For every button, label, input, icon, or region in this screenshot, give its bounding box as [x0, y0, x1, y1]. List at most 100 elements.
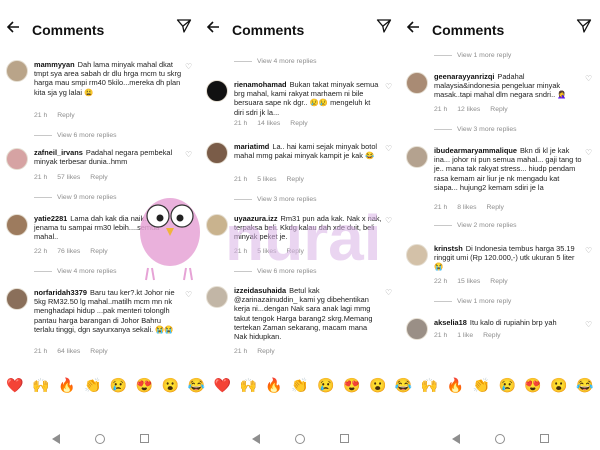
username[interactable]: zafneil_irvans: [34, 148, 83, 157]
avatar[interactable]: [206, 80, 228, 102]
like-heart-icon[interactable]: ♡: [185, 217, 193, 225]
likes-count[interactable]: 5 likes: [257, 176, 276, 183]
emoji-reaction-button[interactable]: 😢: [496, 370, 518, 400]
emoji-reaction-button[interactable]: 🙌: [237, 370, 259, 400]
view-replies-button[interactable]: View 4 more replies: [34, 268, 117, 275]
username[interactable]: uyaazura.izz: [234, 214, 278, 223]
username[interactable]: geenarayyanrizqi: [434, 72, 494, 81]
send-icon[interactable]: [576, 18, 592, 34]
avatar[interactable]: [6, 148, 28, 170]
send-icon[interactable]: [176, 18, 192, 34]
nav-home-icon[interactable]: [95, 434, 105, 444]
like-heart-icon[interactable]: ♡: [585, 75, 593, 83]
like-heart-icon[interactable]: ♡: [385, 145, 393, 153]
likes-count[interactable]: 14 likes: [257, 120, 280, 127]
send-icon[interactable]: [376, 18, 392, 34]
reply-button[interactable]: Reply: [57, 112, 74, 119]
emoji-reaction-button[interactable]: 🔥: [263, 370, 285, 400]
like-heart-icon[interactable]: ♡: [385, 289, 393, 297]
reply-button[interactable]: Reply: [90, 174, 107, 181]
avatar[interactable]: [206, 286, 228, 308]
like-heart-icon[interactable]: ♡: [185, 291, 193, 299]
like-heart-icon[interactable]: ♡: [185, 151, 193, 159]
username[interactable]: rienamohamad: [234, 80, 287, 89]
emoji-reaction-button[interactable]: 😍: [341, 370, 363, 400]
emoji-reaction-button[interactable]: 🔥: [444, 370, 466, 400]
avatar[interactable]: [206, 214, 228, 236]
nav-back-icon[interactable]: [52, 434, 60, 444]
emoji-reaction-button[interactable]: ❤️: [4, 370, 26, 400]
like-heart-icon[interactable]: ♡: [585, 149, 593, 157]
view-replies-button[interactable]: View 3 more replies: [234, 196, 317, 203]
likes-count[interactable]: 5 likes: [257, 248, 276, 255]
like-heart-icon[interactable]: ♡: [385, 217, 393, 225]
avatar[interactable]: [6, 214, 28, 236]
username[interactable]: mariatimd: [234, 142, 269, 151]
nav-home-icon[interactable]: [295, 434, 305, 444]
username[interactable]: krinstsh: [434, 244, 463, 253]
avatar[interactable]: [406, 72, 428, 94]
emoji-reaction-button[interactable]: 👏: [289, 370, 311, 400]
back-arrow-icon[interactable]: [406, 20, 420, 34]
username[interactable]: izzeidasuhaida: [234, 286, 286, 295]
emoji-reaction-button[interactable]: 😢: [108, 370, 130, 400]
reply-button[interactable]: Reply: [483, 332, 500, 339]
emoji-reaction-button[interactable]: 😮: [159, 370, 181, 400]
emoji-reaction-button[interactable]: 👏: [82, 370, 104, 400]
reply-button[interactable]: Reply: [290, 120, 307, 127]
emoji-reaction-button[interactable]: 😂: [185, 370, 207, 400]
avatar[interactable]: [6, 60, 28, 82]
like-heart-icon[interactable]: ♡: [585, 321, 593, 329]
nav-recent-icon[interactable]: [540, 434, 549, 443]
likes-count[interactable]: 64 likes: [57, 348, 80, 355]
avatar[interactable]: [206, 142, 228, 164]
reply-button[interactable]: Reply: [490, 106, 507, 113]
emoji-reaction-button[interactable]: 👏: [470, 370, 492, 400]
likes-count[interactable]: 57 likes: [57, 174, 80, 181]
like-heart-icon[interactable]: ♡: [585, 247, 593, 255]
emoji-reaction-button[interactable]: ❤️: [211, 370, 233, 400]
avatar[interactable]: [406, 146, 428, 168]
username[interactable]: ibudearmaryammalique: [434, 146, 517, 155]
reply-button[interactable]: Reply: [90, 248, 107, 255]
like-heart-icon[interactable]: ♡: [385, 83, 393, 91]
emoji-reaction-button[interactable]: 😂: [393, 370, 415, 400]
reply-button[interactable]: Reply: [487, 204, 504, 211]
username[interactable]: akselia18: [434, 318, 467, 327]
avatar[interactable]: [6, 288, 28, 310]
back-arrow-icon[interactable]: [206, 20, 220, 34]
likes-count[interactable]: 15 likes: [457, 278, 480, 285]
reply-button[interactable]: Reply: [90, 348, 107, 355]
reply-button[interactable]: Reply: [287, 176, 304, 183]
username[interactable]: norfaridah3379: [34, 288, 87, 297]
like-heart-icon[interactable]: ♡: [185, 63, 193, 71]
emoji-reaction-button[interactable]: 😍: [134, 370, 156, 400]
reply-button[interactable]: Reply: [490, 278, 507, 285]
likes-count[interactable]: 1 like: [457, 332, 473, 339]
avatar[interactable]: [406, 318, 428, 340]
nav-back-icon[interactable]: [252, 434, 260, 444]
view-replies-button[interactable]: View 4 more replies: [234, 58, 317, 65]
emoji-reaction-button[interactable]: 😢: [315, 370, 337, 400]
view-replies-button[interactable]: View 3 more replies: [434, 126, 517, 133]
likes-count[interactable]: 8 likes: [457, 204, 476, 211]
reply-button[interactable]: Reply: [257, 348, 274, 355]
view-replies-button[interactable]: View 1 more reply: [434, 298, 511, 305]
view-replies-button[interactable]: View 2 more replies: [434, 222, 517, 229]
avatar[interactable]: [406, 244, 428, 266]
back-arrow-icon[interactable]: [6, 20, 20, 34]
view-replies-button[interactable]: View 6 more replies: [234, 268, 317, 275]
nav-recent-icon[interactable]: [140, 434, 149, 443]
nav-home-icon[interactable]: [495, 434, 505, 444]
nav-back-icon[interactable]: [452, 434, 460, 444]
emoji-reaction-button[interactable]: 😂: [574, 370, 596, 400]
emoji-reaction-button[interactable]: 🙌: [419, 370, 441, 400]
emoji-reaction-button[interactable]: 😮: [548, 370, 570, 400]
reply-button[interactable]: Reply: [287, 248, 304, 255]
username[interactable]: mammyyan: [34, 60, 75, 69]
view-replies-button[interactable]: View 1 more reply: [434, 52, 511, 59]
likes-count[interactable]: 12 likes: [457, 106, 480, 113]
emoji-reaction-button[interactable]: 😍: [522, 370, 544, 400]
nav-recent-icon[interactable]: [340, 434, 349, 443]
view-replies-button[interactable]: View 6 more replies: [34, 132, 117, 139]
